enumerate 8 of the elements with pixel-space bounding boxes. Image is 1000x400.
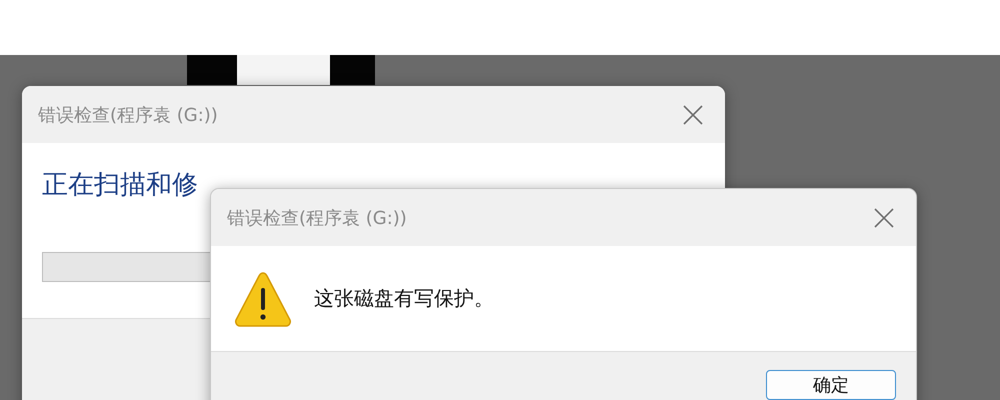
close-icon[interactable] <box>874 208 894 228</box>
window-title: 错误检查(程序袁 (G:)) <box>227 206 407 230</box>
close-icon[interactable] <box>683 104 703 124</box>
error-message: 这张磁盘有写保护。 <box>314 285 494 312</box>
warning-icon <box>234 270 292 328</box>
ok-button[interactable]: 确定 <box>766 370 896 400</box>
window-title: 错误检查(程序袁 (G:)) <box>38 104 218 126</box>
scan-heading: 正在扫描和修 <box>42 169 198 202</box>
